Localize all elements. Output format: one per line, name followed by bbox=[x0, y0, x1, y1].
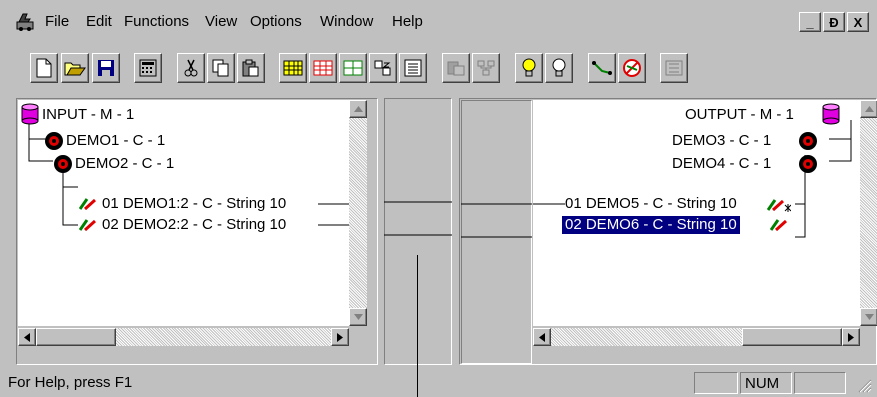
close-button[interactable]: X bbox=[847, 12, 869, 32]
chart-icon[interactable] bbox=[339, 53, 367, 83]
field-icon bbox=[79, 219, 97, 232]
light-on-icon[interactable] bbox=[515, 53, 543, 83]
record-icon bbox=[54, 155, 72, 173]
scroll-left-arrow-icon[interactable] bbox=[18, 328, 36, 346]
window-controls: _ Ɖ X bbox=[797, 12, 869, 32]
toolbar bbox=[0, 47, 877, 91]
input-child-node[interactable]: DEMO1 - C - 1 bbox=[66, 132, 165, 150]
menu-view[interactable]: View bbox=[205, 13, 237, 30]
open-icon[interactable] bbox=[61, 53, 89, 83]
status-help-text: For Help, press F1 bbox=[8, 374, 133, 391]
output-field-node-selected[interactable]: 02 DEMO6 - C - String 10 bbox=[562, 216, 740, 234]
field-icon bbox=[770, 219, 788, 232]
output-horizontal-scrollbar[interactable] bbox=[533, 328, 860, 346]
app-icon[interactable] bbox=[14, 10, 36, 32]
application-window: File Edit Functions View Options Window … bbox=[0, 0, 877, 397]
scroll-right-arrow-icon[interactable] bbox=[842, 328, 860, 346]
list-icon[interactable] bbox=[399, 53, 427, 83]
mapping-area bbox=[384, 98, 452, 365]
output-gutter-lines bbox=[461, 203, 532, 238]
output-child-node[interactable]: DEMO4 - C - 1 bbox=[672, 155, 771, 173]
record-icon bbox=[45, 132, 63, 150]
calculator-icon[interactable] bbox=[134, 53, 162, 83]
output-gutter bbox=[461, 100, 532, 364]
scroll-up-arrow-icon[interactable] bbox=[349, 100, 367, 118]
restore-button[interactable]: Ɖ bbox=[823, 12, 845, 32]
output-child-node[interactable]: DEMO3 - C - 1 bbox=[672, 132, 771, 150]
scroll-down-arrow-icon[interactable] bbox=[349, 308, 367, 326]
scroll-up-arrow-icon[interactable] bbox=[860, 100, 877, 118]
menu-window[interactable]: Window bbox=[320, 13, 373, 30]
output-pane: OUTPUT - M - 1 DEMO3 - C - 1 DEMO4 - C -… bbox=[459, 98, 877, 365]
input-field-node[interactable]: 01 DEMO1:2 - C - String 10 bbox=[102, 195, 286, 213]
record-icon bbox=[799, 132, 817, 150]
menu-bar: File Edit Functions View Options Window … bbox=[0, 6, 877, 36]
menu-options[interactable]: Options bbox=[250, 13, 302, 30]
status-indicator-scroll bbox=[794, 372, 846, 394]
cylinder-icon bbox=[822, 103, 840, 125]
input-pane: INPUT - M - 1 DEMO1 - C - 1 DEMO2 - C - … bbox=[16, 98, 378, 365]
input-tree: INPUT - M - 1 DEMO1 - C - 1 DEMO2 - C - … bbox=[18, 100, 349, 326]
resize-grip-icon[interactable] bbox=[856, 377, 872, 393]
grid-icon[interactable] bbox=[279, 53, 307, 83]
input-child-node[interactable]: DEMO2 - C - 1 bbox=[75, 155, 174, 173]
output-field-node[interactable]: 01 DEMO5 - C - String 10 bbox=[565, 195, 737, 213]
connect-icon[interactable] bbox=[588, 53, 616, 83]
sort-icon[interactable] bbox=[369, 53, 397, 83]
scroll-right-arrow-icon[interactable] bbox=[331, 328, 349, 346]
status-bar: For Help, press F1 NUM bbox=[0, 367, 877, 397]
link-icon[interactable] bbox=[442, 53, 470, 83]
status-indicator-caps bbox=[694, 372, 738, 394]
light-off-icon[interactable] bbox=[545, 53, 573, 83]
save-icon[interactable] bbox=[92, 53, 120, 83]
status-indicator-num: NUM bbox=[740, 372, 792, 394]
field-mapped-icon bbox=[767, 199, 791, 212]
field-icon bbox=[79, 198, 97, 211]
cylinder-icon bbox=[21, 103, 39, 125]
scroll-thumb[interactable] bbox=[36, 328, 116, 346]
copy-icon[interactable] bbox=[207, 53, 235, 83]
new-icon[interactable] bbox=[30, 53, 58, 83]
paste-icon[interactable] bbox=[237, 53, 265, 83]
export-icon[interactable] bbox=[660, 53, 688, 83]
network-icon[interactable] bbox=[472, 53, 500, 83]
cut-icon[interactable] bbox=[177, 53, 205, 83]
output-tree: OUTPUT - M - 1 DEMO3 - C - 1 DEMO4 - C -… bbox=[533, 100, 860, 326]
menu-file[interactable]: File bbox=[45, 13, 69, 30]
minimize-button[interactable]: _ bbox=[799, 12, 821, 32]
menu-edit[interactable]: Edit bbox=[86, 13, 112, 30]
input-field-node[interactable]: 02 DEMO2:2 - C - String 10 bbox=[102, 216, 286, 234]
output-vertical-scrollbar[interactable] bbox=[860, 100, 877, 326]
input-horizontal-scrollbar[interactable] bbox=[18, 328, 349, 346]
menu-functions[interactable]: Functions bbox=[124, 13, 189, 30]
menu-help[interactable]: Help bbox=[392, 13, 423, 30]
input-vertical-scrollbar[interactable] bbox=[349, 100, 367, 326]
scroll-down-arrow-icon[interactable] bbox=[860, 308, 877, 326]
table-icon[interactable] bbox=[309, 53, 337, 83]
record-icon bbox=[799, 155, 817, 173]
output-root-node[interactable]: OUTPUT - M - 1 bbox=[685, 106, 794, 124]
mapping-lines bbox=[384, 201, 452, 236]
disconnect-icon[interactable] bbox=[618, 53, 646, 83]
input-root-node[interactable]: INPUT - M - 1 bbox=[42, 106, 134, 124]
scroll-left-arrow-icon[interactable] bbox=[533, 328, 551, 346]
scroll-thumb[interactable] bbox=[742, 328, 842, 346]
